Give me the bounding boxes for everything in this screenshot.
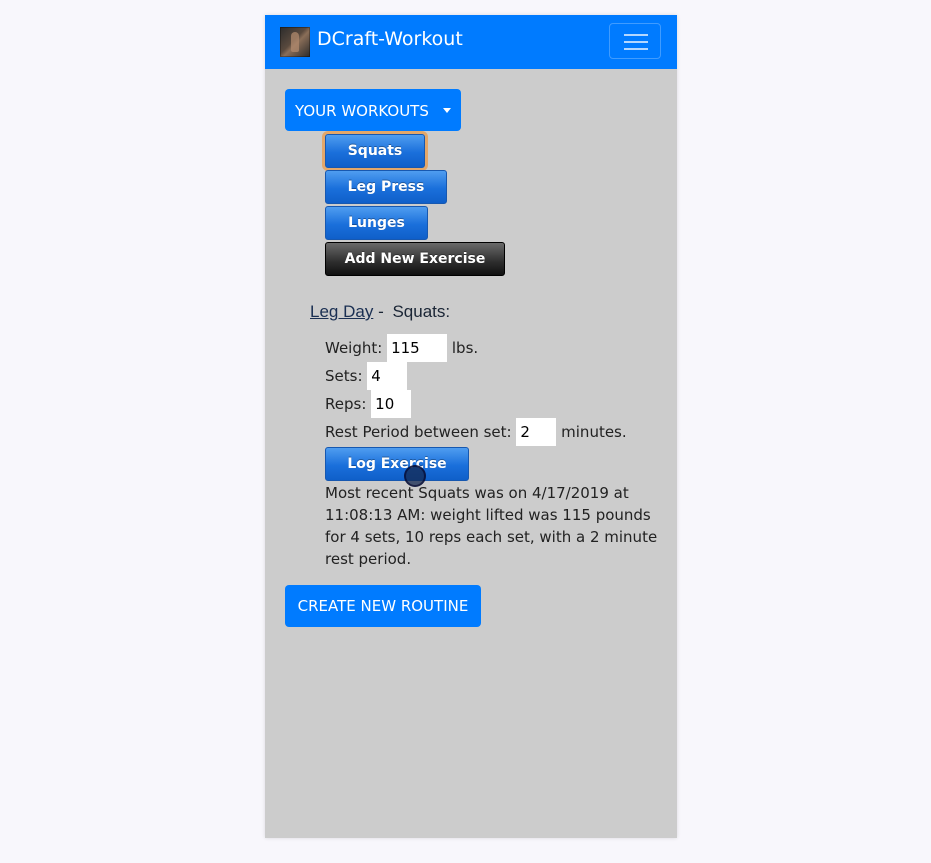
sets-row: Sets: (325, 362, 408, 390)
weight-input[interactable] (387, 334, 448, 362)
caret-down-icon (443, 108, 451, 113)
log-exercise-button[interactable]: Log Exercise (325, 447, 469, 481)
routine-name-link[interactable]: Leg Day (310, 302, 373, 321)
add-new-exercise-button[interactable]: Add New Exercise (325, 242, 505, 276)
your-workouts-dropdown[interactable]: YOUR WORKOUTS (285, 89, 461, 131)
hamburger-menu-icon (624, 48, 648, 50)
weight-unit: lbs. (451, 339, 479, 357)
sets-label: Sets: (325, 367, 363, 385)
your-workouts-label: YOUR WORKOUTS (295, 102, 429, 120)
reps-label: Reps: (325, 395, 367, 413)
routine-exercise-name: Squats: (392, 302, 451, 321)
navbar-toggle-button[interactable] (609, 23, 661, 59)
create-new-routine-button[interactable]: CREATE NEW ROUTINE (285, 585, 481, 627)
hamburger-menu-icon (624, 41, 648, 43)
exercise-button-squats[interactable]: Squats (325, 134, 425, 168)
sets-input[interactable] (367, 362, 408, 390)
rest-input[interactable] (516, 418, 557, 446)
rest-unit: minutes. (561, 423, 627, 441)
weight-row: Weight: lbs. (325, 334, 478, 362)
reps-input[interactable] (371, 390, 412, 418)
brand-logo[interactable] (280, 27, 310, 57)
app-viewport: DCraft-Workout YOUR WORKOUTS Squats Leg … (265, 15, 677, 838)
routine-heading: Leg Day - Squats: (310, 302, 450, 322)
navbar: DCraft-Workout (265, 15, 677, 69)
exercise-button-lunges[interactable]: Lunges (325, 206, 428, 240)
reps-row: Reps: (325, 390, 412, 418)
hamburger-menu-icon (624, 34, 648, 36)
last-exercise-summary: Most recent Squats was on 4/17/2019 at 1… (325, 484, 658, 568)
exercise-button-leg-press[interactable]: Leg Press (325, 170, 447, 204)
routine-separator: - (378, 302, 384, 321)
weight-label: Weight: (325, 339, 383, 357)
brand-title[interactable]: DCraft-Workout (317, 28, 463, 50)
rest-label: Rest Period between set: (325, 423, 512, 441)
rest-row: Rest Period between set: minutes. (325, 418, 627, 446)
